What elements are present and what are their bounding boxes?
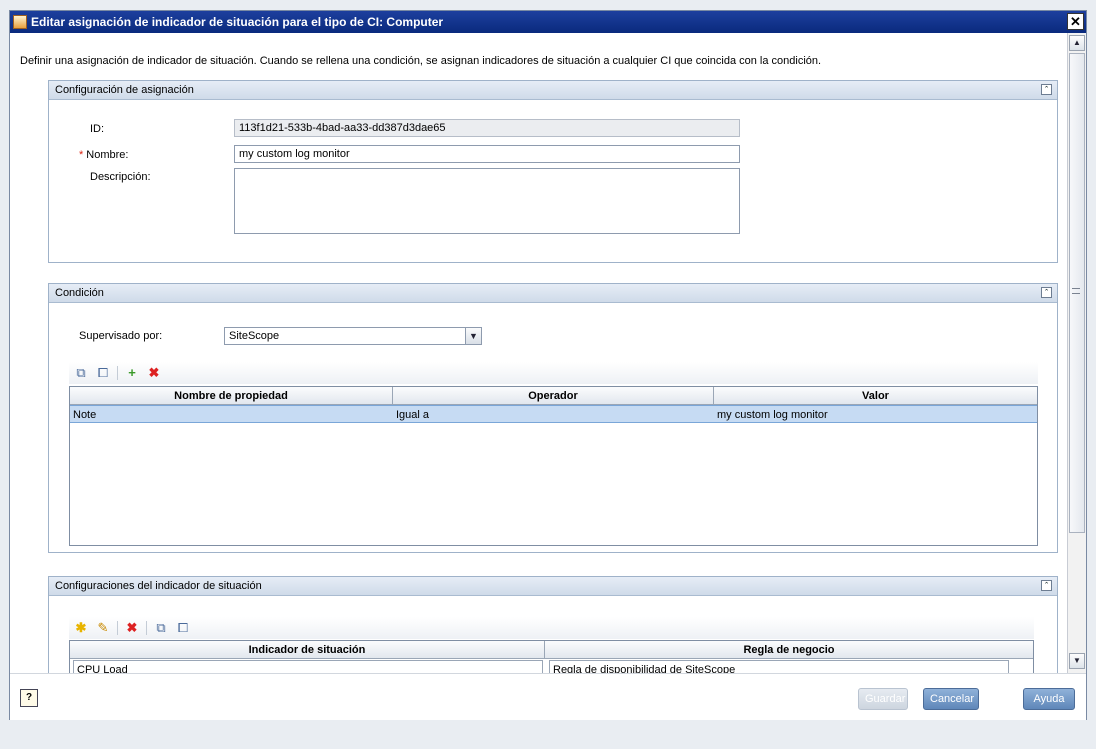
column-header[interactable]: Indicador de situación [70,641,545,658]
indicators-table: Indicador de situación Regla de negocio … [69,640,1034,673]
id-field: 113f1d21-533b-4bad-aa33-dd387d3dae65 [234,119,740,137]
collapse-icon[interactable]: ⌃ [1041,580,1052,591]
toolbar-separator [146,621,147,635]
assignment-section: Configuración de asignación ⌃ ID: 113f1d… [48,80,1058,263]
condition-table: Nombre de propiedad Operador Valor Note … [69,386,1038,546]
clear-selection-icon[interactable]: ⧠ [175,620,191,636]
description-label: Descripción: [90,171,151,183]
context-help-icon[interactable]: ? [20,689,38,707]
monitored-by-value: SiteScope [229,330,280,342]
condition-section-header: Condición ⌃ [49,284,1057,303]
cell-property: Note [73,409,97,421]
chevron-down-icon[interactable]: ▼ [465,328,481,344]
dialog-footer: ? Guardar Cancelar Ayuda [10,673,1086,720]
column-header[interactable]: Operador [393,387,714,404]
new-icon[interactable]: ✱ [73,620,89,636]
grip-icon [1072,288,1080,294]
dialog-content: Definir una asignación de indicador de s… [10,33,1068,673]
toolbar-separator [117,366,118,380]
condition-section-title: Condición [55,287,104,299]
toolbar-separator [117,621,118,635]
column-header[interactable]: Regla de negocio [545,641,1033,658]
scroll-down-icon[interactable]: ▼ [1069,653,1085,669]
save-button[interactable]: Guardar [858,688,908,710]
collapse-icon[interactable]: ⌃ [1041,84,1052,95]
indicators-section: Configuraciones del indicador de situaci… [48,576,1058,673]
cell-operator: Igual a [396,409,430,421]
vertical-scrollbar[interactable]: ▲ ▼ [1067,33,1086,673]
cancel-button[interactable]: Cancelar [923,688,979,710]
name-label: Nombre: [86,149,129,161]
required-marker: * [79,149,84,161]
indicators-section-header: Configuraciones del indicador de situaci… [49,577,1057,596]
description-field[interactable] [234,168,740,234]
close-button[interactable]: ✕ [1067,13,1084,30]
monitored-by-select[interactable]: SiteScope ▼ [224,327,482,345]
select-all-icon[interactable]: ⧉ [153,620,169,636]
add-icon[interactable]: + [124,365,140,381]
cell-value: my custom log monitor [717,409,828,421]
id-label: ID: [90,123,105,135]
window-title: Editar asignación de indicador de situac… [31,15,444,29]
scroll-up-icon[interactable]: ▲ [1069,35,1085,51]
cell-indicator: CPU Load [73,660,543,673]
column-header[interactable]: Valor [714,387,1037,404]
clear-selection-icon[interactable]: ⧠ [95,365,111,381]
intro-text: Definir una asignación de indicador de s… [20,55,822,67]
delete-icon[interactable]: ✖ [146,365,162,381]
collapse-icon[interactable]: ⌃ [1041,287,1052,298]
indicators-toolbar: ✱ ✎ ✖ ⧉ ⧠ [69,617,1034,639]
table-row[interactable]: Note Igual a my custom log monitor [70,405,1037,423]
cell-rule: Regla de disponibilidad de SiteScope [549,660,1009,673]
table-row[interactable]: CPU Load Regla de disponibilidad de Site… [70,659,1033,673]
name-label-wrap: * Nombre: [79,149,128,161]
monitored-by-label: Supervisado por: [79,330,163,342]
condition-section: Condición ⌃ Supervisado por: SiteScope ▼… [48,283,1058,553]
indicators-section-title: Configuraciones del indicador de situaci… [55,580,262,592]
dialog-window: Editar asignación de indicador de situac… [9,10,1087,720]
name-field[interactable]: my custom log monitor [234,145,740,163]
title-bar: Editar asignación de indicador de situac… [10,11,1086,33]
indicators-table-header: Indicador de situación Regla de negocio [70,641,1033,659]
delete-icon[interactable]: ✖ [124,620,140,636]
help-button[interactable]: Ayuda [1023,688,1075,710]
assignment-section-title: Configuración de asignación [55,84,194,96]
assignment-section-header: Configuración de asignación ⌃ [49,81,1057,100]
column-header[interactable]: Nombre de propiedad [70,387,393,404]
edit-icon[interactable]: ✎ [95,620,111,636]
condition-table-header: Nombre de propiedad Operador Valor [70,387,1037,405]
condition-toolbar: ⧉ ⧠ + ✖ [69,362,1038,384]
app-icon [13,15,27,29]
select-all-icon[interactable]: ⧉ [73,365,89,381]
